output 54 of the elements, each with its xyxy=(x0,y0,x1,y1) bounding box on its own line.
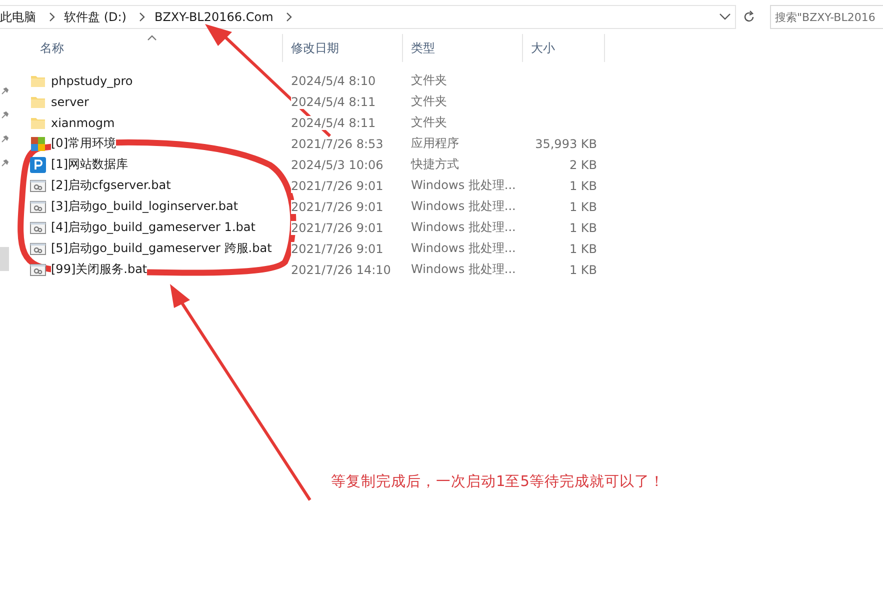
app-icon xyxy=(30,136,46,152)
file-name: [2]启动cfgserver.bat xyxy=(51,177,171,194)
address-bar[interactable]: 此电脑 软件盘 (D:) BZXY-BL20166.Com xyxy=(0,5,736,29)
column-header[interactable]: 大小 xyxy=(523,34,605,62)
column-header[interactable]: 类型 xyxy=(403,34,523,62)
modified-date: 2021/7/26 9:01 xyxy=(291,220,384,234)
file-name: [3]启动go_build_loginserver.bat xyxy=(51,198,238,215)
gear-window-icon xyxy=(30,178,46,194)
modified-date: 2021/7/26 9:01 xyxy=(291,200,384,214)
file-type: Windows 批处理... xyxy=(411,220,516,234)
file-type: 文件夹 xyxy=(411,73,447,87)
modified-date: 2021/7/26 14:10 xyxy=(291,262,391,276)
file-size: 1 KB xyxy=(569,200,597,214)
file-size: 1 KB xyxy=(569,220,597,234)
gear-window-icon xyxy=(30,262,46,278)
file-type: Windows 批处理... xyxy=(411,241,516,255)
dropdown-icon[interactable] xyxy=(719,13,731,21)
file-size: 2 KB xyxy=(569,158,597,172)
breadcrumb-item[interactable]: BZXY-BL20166.Com xyxy=(154,10,278,24)
file-name: [5]启动go_build_gameserver 跨服.bat xyxy=(51,240,272,257)
search-field[interactable]: 搜索"BZXY-BL2016 xyxy=(770,5,883,29)
gear-window-icon xyxy=(30,220,46,236)
modified-date: 2024/5/4 8:11 xyxy=(291,94,376,108)
breadcrumb-item[interactable]: 软件盘 (D:) xyxy=(64,8,130,26)
file-name: [4]启动go_build_gameserver 1.bat xyxy=(51,219,256,236)
file-size: 35,993 KB xyxy=(535,136,597,150)
modified-date: 2021/7/26 9:01 xyxy=(291,178,384,192)
file-type: 快捷方式 xyxy=(411,157,459,171)
file-size: 1 KB xyxy=(569,262,597,276)
modified-date: 2024/5/3 10:06 xyxy=(291,158,384,172)
p-logo-icon xyxy=(30,156,46,172)
file-name: [99]关闭服务.bat xyxy=(51,261,148,278)
modified-date: 2024/5/4 8:10 xyxy=(291,74,376,88)
breadcrumb-item[interactable]: 此电脑 xyxy=(0,8,40,26)
modified-date: 2021/7/26 8:53 xyxy=(291,136,384,150)
modified-date: 2021/7/26 9:01 xyxy=(291,242,384,256)
file-name: [1]网站数据库 xyxy=(51,156,128,173)
file-type: 文件夹 xyxy=(411,115,447,129)
column-header[interactable]: 修改日期 xyxy=(283,34,403,62)
file-name: phpstudy_pro xyxy=(51,74,133,88)
modified-date: 2024/5/4 8:11 xyxy=(291,116,376,130)
file-type: 文件夹 xyxy=(411,94,447,108)
refresh-icon[interactable] xyxy=(742,10,756,24)
file-type: Windows 批处理... xyxy=(411,199,516,213)
file-type: Windows 批处理... xyxy=(411,178,516,192)
file-type: Windows 批处理... xyxy=(411,262,516,276)
file-size: 1 KB xyxy=(569,242,597,256)
file-name: [0]常用环境 xyxy=(51,135,116,152)
file-type: 应用程序 xyxy=(411,136,459,150)
file-name: xianmogm xyxy=(51,116,115,130)
annotation-text: 等复制完成后，一次启动1至5等待完成就可以了！ xyxy=(331,472,664,491)
file-size: 1 KB xyxy=(569,178,597,192)
gear-window-icon xyxy=(30,198,46,214)
gear-window-icon xyxy=(30,240,46,256)
